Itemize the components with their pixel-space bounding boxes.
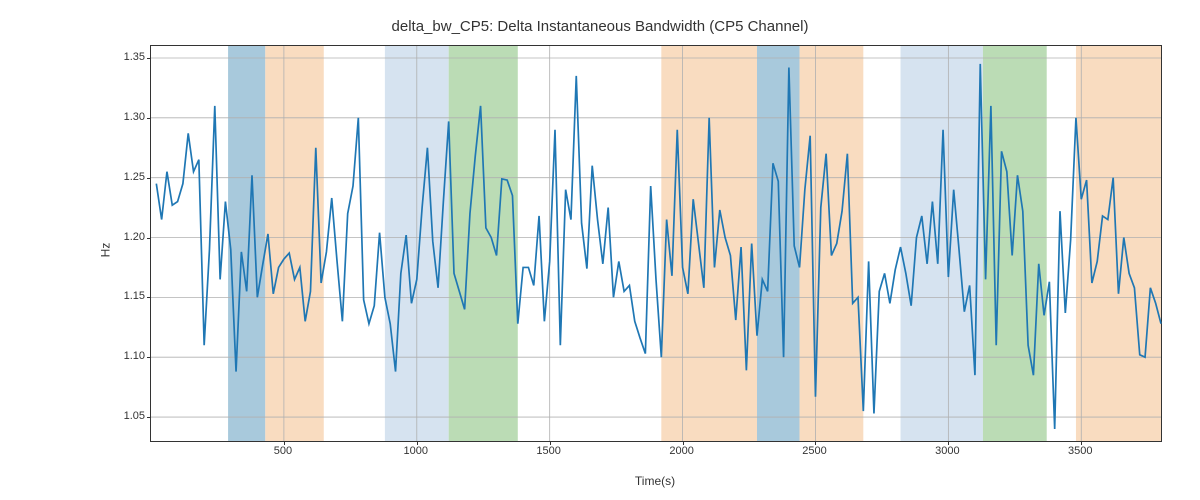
y-axis-label: Hz [98,243,112,258]
y-tick-label: 1.30 [124,111,145,123]
y-tick-label: 1.15 [124,290,145,302]
x-tick-label: 3500 [1068,445,1092,457]
chart-container: delta_bw_CP5: Delta Instantaneous Bandwi… [0,0,1200,500]
y-tick-label: 1.20 [124,231,145,243]
x-tick-label: 1000 [404,445,428,457]
y-tick-label: 1.05 [124,410,145,422]
plot-svg [151,46,1161,441]
x-tick-label: 2000 [669,445,693,457]
background-band [661,46,757,441]
y-tick-label: 1.25 [124,171,145,183]
background-band [228,46,265,441]
background-band [901,46,983,441]
x-axis-label: Time(s) [150,474,1160,488]
x-tick-label: 2500 [802,445,826,457]
background-band [757,46,800,441]
y-tick-label: 1.10 [124,350,145,362]
x-tick-label: 500 [274,445,292,457]
x-tick-label: 3000 [935,445,959,457]
x-tick-label: 1500 [536,445,560,457]
background-band [265,46,323,441]
background-band [983,46,1047,441]
chart-title: delta_bw_CP5: Delta Instantaneous Bandwi… [0,18,1200,35]
background-band [449,46,518,441]
plot-area [150,45,1162,442]
background-band [1076,46,1161,441]
y-tick-label: 1.35 [124,51,145,63]
